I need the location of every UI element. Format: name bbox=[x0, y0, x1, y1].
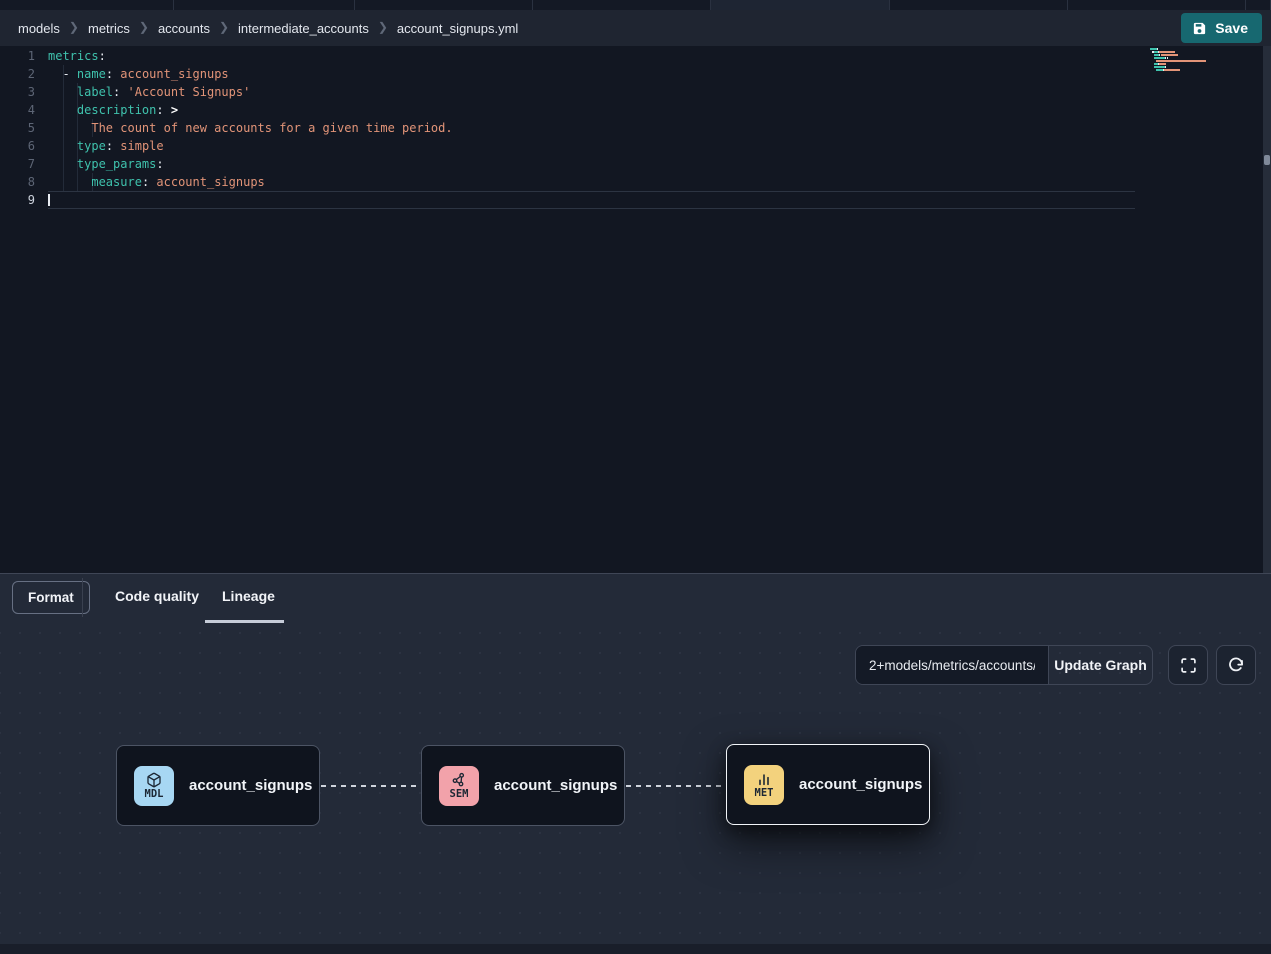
editor-tab bbox=[1246, 0, 1271, 10]
breadcrumb: models ❯ metrics ❯ accounts ❯ intermedia… bbox=[18, 21, 518, 36]
line-number: 3 bbox=[0, 83, 48, 101]
active-tab-underline bbox=[205, 620, 284, 623]
code-line[interactable]: 6 type: simple bbox=[0, 137, 1135, 155]
node-label: account_signups bbox=[494, 777, 617, 794]
code-line-content bbox=[48, 191, 1135, 209]
editor-tab[interactable] bbox=[890, 0, 1068, 10]
line-number: 9 bbox=[0, 191, 48, 209]
fullscreen-icon bbox=[1180, 657, 1197, 674]
code-line[interactable]: 2 - name: account_signups bbox=[0, 65, 1135, 83]
editor-tab[interactable] bbox=[1068, 0, 1246, 10]
metric-badge: MET bbox=[744, 765, 784, 805]
badge-label: MET bbox=[755, 788, 774, 799]
fullscreen-button[interactable] bbox=[1168, 645, 1208, 685]
semantic-badge: SEM bbox=[439, 766, 479, 806]
badge-label: SEM bbox=[450, 789, 469, 800]
editor-tab[interactable] bbox=[0, 0, 174, 10]
lineage-edge bbox=[626, 785, 725, 787]
code-line[interactable]: 8 measure: account_signups bbox=[0, 173, 1135, 191]
lineage-edge bbox=[321, 785, 421, 787]
line-number: 6 bbox=[0, 137, 48, 155]
save-button-label: Save bbox=[1215, 20, 1248, 36]
chevron-right-icon: ❯ bbox=[378, 20, 388, 34]
save-button[interactable]: Save bbox=[1181, 13, 1262, 43]
cube-icon bbox=[146, 772, 162, 788]
lineage-selector-input[interactable] bbox=[856, 646, 1048, 684]
node-label: account_signups bbox=[189, 777, 312, 794]
refresh-button[interactable] bbox=[1216, 645, 1256, 685]
lineage-node-metric[interactable]: MET account_signups bbox=[726, 744, 930, 825]
editor-tab-strip bbox=[0, 0, 1271, 10]
code-line[interactable]: 5 The count of new accounts for a given … bbox=[0, 119, 1135, 137]
code-line[interactable]: 9 bbox=[0, 191, 1135, 209]
node-label: account_signups bbox=[799, 776, 922, 793]
save-icon bbox=[1192, 21, 1207, 36]
ide-window: models ❯ metrics ❯ accounts ❯ intermedia… bbox=[0, 0, 1271, 954]
format-button[interactable]: Format bbox=[12, 581, 90, 614]
badge-label: MDL bbox=[145, 789, 164, 800]
breadcrumb-item[interactable]: intermediate_accounts bbox=[238, 21, 369, 36]
bar-chart-icon bbox=[756, 771, 772, 787]
share-network-icon bbox=[451, 772, 467, 788]
code-line[interactable]: 1metrics: bbox=[0, 47, 1135, 65]
chevron-right-icon: ❯ bbox=[219, 20, 229, 34]
breadcrumb-item-current[interactable]: account_signups.yml bbox=[397, 21, 518, 36]
editor-tab[interactable] bbox=[355, 0, 533, 10]
chevron-right-icon: ❯ bbox=[69, 20, 79, 34]
code-line[interactable]: 4 description: > bbox=[0, 101, 1135, 119]
refresh-icon bbox=[1227, 656, 1245, 674]
breadcrumb-item[interactable]: metrics bbox=[88, 21, 130, 36]
panel-divider bbox=[82, 578, 83, 617]
chevron-right-icon: ❯ bbox=[139, 20, 149, 34]
editor-lines: 1metrics:2 - name: account_signups3 labe… bbox=[0, 47, 1135, 209]
editor-tab[interactable] bbox=[174, 0, 355, 10]
tab-lineage[interactable]: Lineage bbox=[222, 588, 275, 604]
code-line-content: type_params: bbox=[48, 155, 1135, 173]
line-number: 7 bbox=[0, 155, 48, 173]
code-line[interactable]: 3 label: 'Account Signups' bbox=[0, 83, 1135, 101]
breadcrumb-bar: models ❯ metrics ❯ accounts ❯ intermedia… bbox=[0, 10, 1271, 46]
line-number: 5 bbox=[0, 119, 48, 137]
code-line-content: The count of new accounts for a given ti… bbox=[48, 119, 1135, 137]
footer-strip bbox=[0, 944, 1271, 954]
line-number: 2 bbox=[0, 65, 48, 83]
code-line-content: label: 'Account Signups' bbox=[48, 83, 1135, 101]
editor-tab-active[interactable] bbox=[711, 0, 890, 10]
lineage-node-model[interactable]: MDL account_signups bbox=[116, 745, 320, 826]
code-line-content: metrics: bbox=[48, 47, 1135, 65]
code-line-content: description: > bbox=[48, 101, 1135, 119]
code-line[interactable]: 7 type_params: bbox=[0, 155, 1135, 173]
breadcrumb-item[interactable]: models bbox=[18, 21, 60, 36]
line-number: 1 bbox=[0, 47, 48, 65]
lineage-selector-group: Update Graph bbox=[855, 645, 1153, 685]
model-badge: MDL bbox=[134, 766, 174, 806]
breadcrumb-item[interactable]: accounts bbox=[158, 21, 210, 36]
editor-tab[interactable] bbox=[533, 0, 711, 10]
line-number: 8 bbox=[0, 173, 48, 191]
line-number: 4 bbox=[0, 101, 48, 119]
code-line-content: - name: account_signups bbox=[48, 65, 1135, 83]
code-line-content: type: simple bbox=[48, 137, 1135, 155]
code-line-content: measure: account_signups bbox=[48, 173, 1135, 191]
code-editor[interactable]: 1metrics:2 - name: account_signups3 labe… bbox=[0, 46, 1263, 573]
minimap[interactable] bbox=[1150, 48, 1212, 75]
tab-code-quality[interactable]: Code quality bbox=[115, 588, 199, 604]
scrollbar-thumb[interactable] bbox=[1264, 155, 1270, 165]
lineage-node-semantic-model[interactable]: SEM account_signups bbox=[421, 745, 625, 826]
update-graph-button[interactable]: Update Graph bbox=[1048, 646, 1152, 684]
